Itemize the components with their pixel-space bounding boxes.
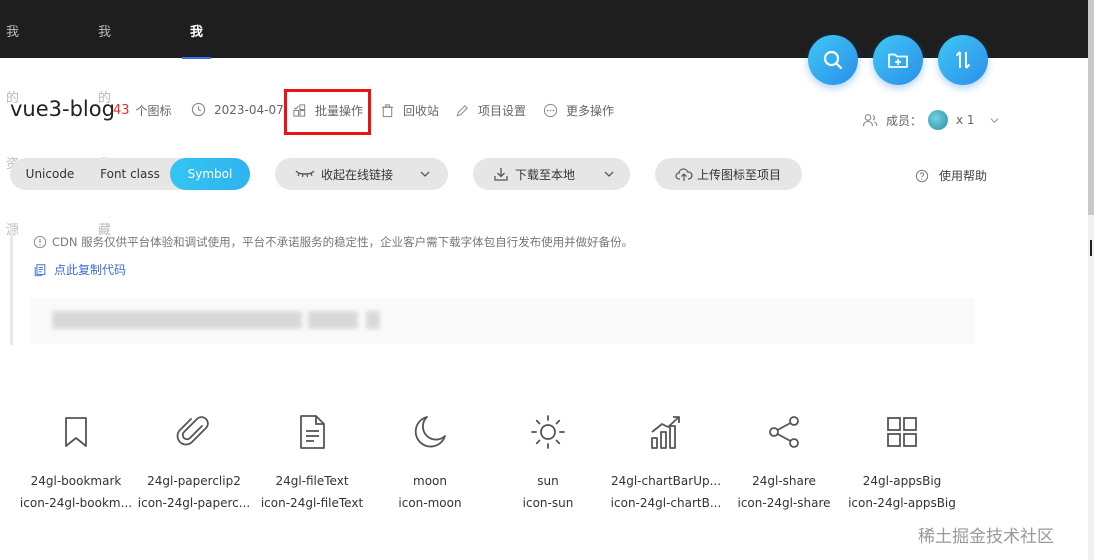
copy-icon <box>34 263 46 276</box>
upload-icons-button[interactable]: 上传图标至项目 <box>655 158 802 190</box>
icon-card-sun[interactable]: sun icon-sun <box>489 408 607 510</box>
blurred-code <box>52 311 302 329</box>
icon-name: 24gl-appsBig <box>862 474 942 488</box>
sort-icon <box>955 51 971 69</box>
icon-code: icon-24gl-share <box>737 496 831 510</box>
chevron-down-icon <box>420 171 430 177</box>
watermark: 稀土掘金技术社区 <box>918 527 1054 547</box>
clock-icon <box>191 102 206 117</box>
search-icon <box>823 50 843 70</box>
members-dropdown[interactable]: 成员： x 1 <box>862 110 1000 130</box>
format-option-symbol[interactable]: Symbol <box>170 158 250 190</box>
icon-card-chart-bar-up[interactable]: 24gl-chartBarUp... icon-24gl-chartB... <box>607 408 725 510</box>
more-icon <box>543 103 558 118</box>
tab-my-projects[interactable]: 我的项目 <box>181 0 212 238</box>
format-option-font-class[interactable]: Font class <box>90 158 170 190</box>
download-icon <box>494 168 508 181</box>
cdn-notice-text: CDN 服务仅供平台体验和调试使用，平台不承诺服务的稳定性，企业客户需下载字体包… <box>52 235 634 249</box>
text-cursor <box>1090 240 1092 256</box>
help-label: 使用帮助 <box>939 169 988 183</box>
collapse-online-link-label: 收起在线链接 <box>321 167 394 182</box>
recycle-bin-button[interactable]: 回收站 <box>380 102 439 119</box>
blurred-code <box>308 311 358 329</box>
icon-name: 24gl-fileText <box>275 474 349 488</box>
icon-card-bookmark[interactable]: 24gl-bookmark icon-24gl-bookm... <box>17 408 135 510</box>
add-folder-icon <box>888 53 908 68</box>
more-actions-button[interactable]: 更多操作 <box>543 102 614 119</box>
icon-name: moon <box>413 474 447 488</box>
tab-my-resources[interactable]: 我的资源 <box>6 0 19 238</box>
blurred-code <box>366 311 380 329</box>
pencil-icon <box>456 105 468 117</box>
info-circle-icon <box>33 235 47 249</box>
copy-code-link[interactable]: 点此复制代码 <box>33 261 126 278</box>
icon-name: 24gl-paperclip2 <box>147 474 241 488</box>
format-option-unicode[interactable]: Unicode <box>10 158 90 190</box>
sun-icon <box>531 415 565 449</box>
users-icon <box>862 114 878 127</box>
icon-name: sun <box>537 474 559 488</box>
project-settings-button[interactable]: 项目设置 <box>455 102 526 119</box>
icon-card-paperclip[interactable]: 24gl-paperclip2 icon-24gl-paperc... <box>135 408 253 510</box>
icon-code: icon-moon <box>398 496 462 510</box>
icon-code: icon-24gl-fileText <box>260 496 364 510</box>
recycle-bin-label: 回收站 <box>403 104 440 118</box>
search-button[interactable] <box>808 35 858 85</box>
chevron-down-icon <box>604 171 614 177</box>
copy-code-label: 点此复制代码 <box>54 263 127 277</box>
icon-code: icon-24gl-bookm... <box>19 496 133 510</box>
paperclip-icon <box>176 416 209 446</box>
share-icon <box>769 416 799 448</box>
chevron-down-icon <box>990 117 999 123</box>
sort-button[interactable] <box>938 35 988 85</box>
question-circle-icon <box>915 169 929 182</box>
icon-code: icon-24gl-paperc... <box>137 496 251 510</box>
eye-closed-icon <box>295 170 315 178</box>
icon-name: 24gl-chartBarUp... <box>610 474 722 488</box>
members-count: x 1 <box>956 113 975 127</box>
icon-count-number: 43 <box>113 103 130 118</box>
download-local-label: 下载至本地 <box>515 167 576 182</box>
moon-icon <box>414 416 446 448</box>
more-actions-label: 更多操作 <box>566 104 615 118</box>
code-snippet-box[interactable] <box>30 298 975 344</box>
icon-code: icon-24gl-appsBig <box>848 496 956 510</box>
download-local-button[interactable]: 下载至本地 <box>473 158 630 190</box>
icon-count-suffix: 个图标 <box>135 104 172 118</box>
icon-name: 24gl-bookmark <box>30 474 122 488</box>
members-label: 成员： <box>886 113 923 128</box>
icon-card-moon[interactable]: moon icon-moon <box>371 408 489 510</box>
project-title: vue3-blog <box>10 97 115 121</box>
notice-divider <box>10 227 13 345</box>
avatar <box>928 110 949 130</box>
cloud-upload-icon <box>675 168 693 181</box>
icon-card-file-text[interactable]: 24gl-fileText icon-24gl-fileText <box>253 408 371 510</box>
project-settings-label: 项目设置 <box>478 104 527 118</box>
icon-name: 24gl-share <box>752 474 816 488</box>
top-bar: 我的资源 我的收藏 我的项目 <box>0 0 1088 238</box>
tab-my-favorites[interactable]: 我的收藏 <box>98 0 111 238</box>
format-switcher: Unicode Font class Symbol <box>10 158 250 190</box>
scrollbar-thumb[interactable] <box>1088 0 1094 215</box>
apps-big-icon <box>887 417 917 447</box>
file-text-icon <box>300 415 325 449</box>
icon-code: icon-24gl-chartB... <box>610 496 722 510</box>
collapse-online-link-button[interactable]: 收起在线链接 <box>275 158 448 190</box>
page-scrollbar[interactable] <box>1088 0 1094 560</box>
icon-code: icon-sun <box>522 496 574 510</box>
chart-bar-up-icon <box>651 416 680 449</box>
trash-icon <box>381 104 394 118</box>
icon-card-apps-big[interactable]: 24gl-appsBig icon-24gl-appsBig <box>843 408 961 510</box>
project-date: 2023-04-07 <box>191 102 284 117</box>
date-label: 2023-04-07 <box>214 102 284 117</box>
cdn-notice: CDN 服务仅供平台体验和调试使用，平台不承诺服务的稳定性，企业客户需下载字体包… <box>33 234 633 250</box>
add-folder-button[interactable] <box>873 35 923 85</box>
bookmark-icon <box>65 417 87 447</box>
icon-card-share[interactable]: 24gl-share icon-24gl-share <box>725 408 843 510</box>
icon-count: 43 个图标 <box>113 102 172 119</box>
highlight-annotation <box>284 89 371 135</box>
help-link[interactable]: 使用帮助 <box>915 167 987 184</box>
upload-icons-label: 上传图标至项目 <box>697 167 782 182</box>
